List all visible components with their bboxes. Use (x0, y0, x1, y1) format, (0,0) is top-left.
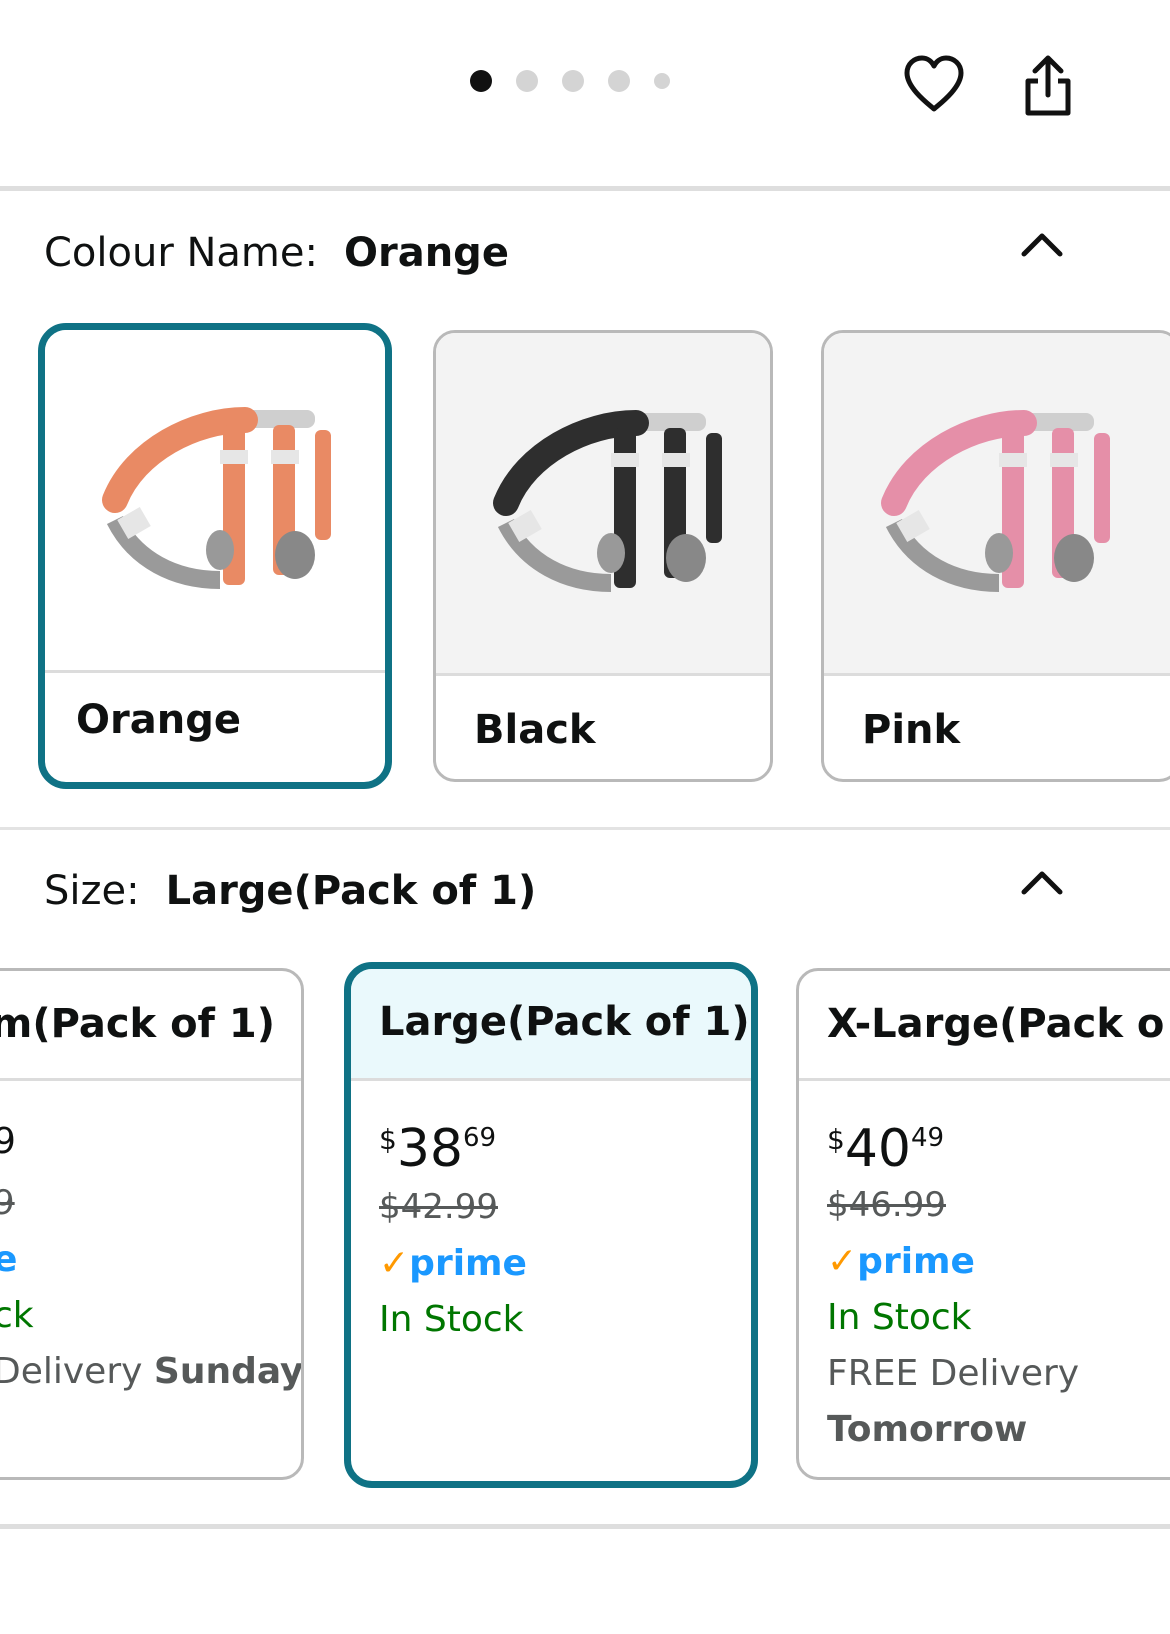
colour-option-orange[interactable]: Orange (38, 323, 392, 789)
delivery-text: FREE Delivery (827, 1353, 1080, 1394)
size-option-header: X-Large(Pack o (799, 971, 1170, 1081)
size-option-header: um(Pack of 1) (0, 971, 301, 1081)
chevron-up-icon[interactable] (1018, 228, 1066, 260)
price-fraction: 49 (911, 1123, 945, 1153)
colour-option-label: Black (474, 707, 596, 753)
colour-option-pink[interactable]: Pink (821, 330, 1170, 782)
size-label: Size: Large(Pack of 1) (44, 868, 536, 914)
prime-check-icon: ✓ (379, 1243, 410, 1284)
delivery-text: Delivery (0, 1351, 143, 1392)
carousel-dot-1[interactable] (470, 70, 492, 92)
section-divider (0, 1524, 1170, 1529)
carousel-dot-3[interactable] (562, 70, 584, 92)
prime-text: prime (857, 1241, 975, 1282)
list-price: $46.99 (827, 1185, 946, 1225)
price-whole: 40 (844, 1119, 911, 1179)
prime-badge: ✓prime (379, 1243, 527, 1284)
price-whole: 38 (396, 1119, 463, 1179)
stock-fragment: ck (0, 1295, 34, 1336)
chevron-up-icon[interactable] (1018, 866, 1066, 898)
image-carousel-dots (470, 70, 694, 92)
carousel-dot-4[interactable] (608, 70, 630, 92)
harness-icon (881, 410, 1110, 592)
price: $4049 (827, 1119, 944, 1179)
colour-label: Colour Name: Orange (44, 230, 509, 276)
size-option-name: X-Large(Pack o (827, 1001, 1165, 1047)
size-option-name: um(Pack of 1) (0, 1001, 275, 1047)
size-option-medium[interactable]: um(Pack of 1) 9 9 e ck Delivery Sunday (0, 968, 304, 1480)
harness-image (45, 330, 385, 673)
section-divider (0, 827, 1170, 830)
share-button[interactable] (1010, 48, 1086, 124)
harness-orange (102, 407, 331, 589)
harness-black (493, 410, 722, 592)
list-price: $42.99 (379, 1187, 498, 1227)
colour-value: Orange (343, 230, 509, 276)
prime-check-icon: ✓ (827, 1241, 858, 1282)
prime-fragment: e (0, 1239, 17, 1280)
harness-pink (881, 410, 1110, 592)
heart-icon (904, 55, 964, 112)
carousel-dot-5[interactable] (654, 73, 670, 89)
currency: $ (379, 1123, 397, 1156)
size-option-x-large[interactable]: X-Large(Pack o $4049 $46.99 ✓prime In St… (796, 968, 1170, 1480)
colour-option-black[interactable]: Black (433, 330, 773, 782)
price-fraction: 69 (463, 1123, 497, 1153)
harness-icon (493, 410, 722, 592)
delivery-day: Tomorrow (827, 1409, 1028, 1450)
size-value: Large(Pack of 1) (165, 868, 537, 914)
prime-badge: ✓prime (827, 1241, 975, 1282)
size-option-name: Large(Pack of 1) (379, 999, 750, 1045)
price: $3869 (379, 1119, 496, 1179)
delivery-day: Sunday (153, 1351, 304, 1392)
stock-status: In Stock (379, 1299, 524, 1340)
colour-option-label: Pink (862, 707, 961, 753)
wishlist-button[interactable] (896, 46, 972, 122)
delivery-fragment: Delivery Sunday (0, 1351, 304, 1392)
section-divider (0, 186, 1170, 191)
prime-text: prime (409, 1243, 527, 1284)
size-option-large[interactable]: Large(Pack of 1) $3869 $42.99 ✓prime In … (344, 962, 758, 1488)
stock-status: In Stock (827, 1297, 972, 1338)
harness-icon (102, 407, 331, 589)
share-icon (1025, 55, 1071, 116)
size-key: Size: (44, 868, 140, 914)
harness-image (824, 333, 1170, 676)
colour-key: Colour Name: (44, 230, 318, 276)
harness-image (436, 333, 770, 676)
currency: $ (827, 1123, 845, 1156)
carousel-dot-2[interactable] (516, 70, 538, 92)
list-price-fragment: 9 (0, 1183, 15, 1223)
price-fragment: 9 (0, 1121, 16, 1162)
size-option-header: Large(Pack of 1) (351, 969, 751, 1081)
colour-option-label: Orange (76, 697, 241, 743)
